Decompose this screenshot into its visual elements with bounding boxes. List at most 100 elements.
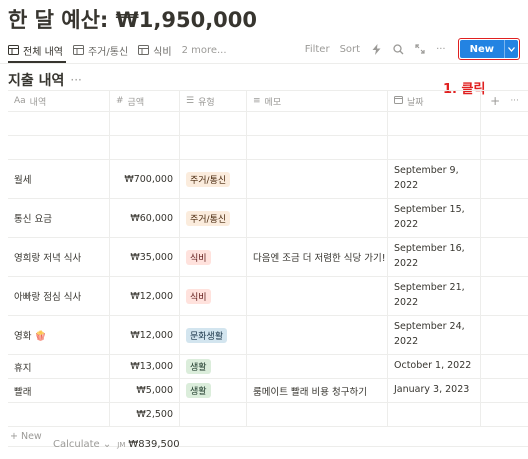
lightning-icon[interactable] xyxy=(370,43,382,55)
row-date-line2: 2022 xyxy=(394,336,419,347)
row-amount: ₩60,000 xyxy=(130,212,173,224)
more-tabs-button[interactable]: 2 more... xyxy=(182,45,227,56)
cell-type[interactable]: 식비 xyxy=(180,277,247,315)
filter-button[interactable]: Filter xyxy=(305,44,330,55)
column-header-date[interactable]: 날짜 xyxy=(388,91,481,111)
cell-date[interactable]: September 16, 2022 xyxy=(388,238,481,276)
calendar-icon xyxy=(394,95,403,107)
column-date-label: 날짜 xyxy=(407,97,424,108)
cell-type[interactable]: 생활 xyxy=(180,355,247,378)
cell-name[interactable]: 빨래 xyxy=(8,379,110,402)
cell-spacer xyxy=(481,355,528,378)
toolbar: Filter Sort ··· New xyxy=(295,38,520,60)
table-row[interactable]: 빨래 ₩5,000 생활 룸메이트 빨래 비용 청구하기 January 3, 2023 xyxy=(8,379,528,403)
cell-date[interactable]: October 1, 2022 xyxy=(388,355,481,378)
column-header-amount[interactable]: # 금액 xyxy=(110,91,180,111)
cell-name[interactable]: 영희랑 저녁 식사 xyxy=(8,238,110,276)
cell-spacer xyxy=(481,277,528,315)
row-name: 빨래 xyxy=(14,386,32,398)
cell-spacer xyxy=(481,160,528,198)
cell-memo[interactable]: 다음엔 조금 더 저렴한 식당 가기! xyxy=(247,238,388,276)
row-memo: 룸메이트 빨래 비용 청구하기 xyxy=(253,386,367,398)
table-row[interactable]: ₩2,500 xyxy=(8,403,528,427)
type-tag: 문화생활 xyxy=(186,327,228,343)
view-more-icon[interactable]: ··· xyxy=(70,73,81,87)
add-column-icon[interactable]: + xyxy=(490,94,500,108)
cell-memo[interactable] xyxy=(247,160,388,198)
cell-amount[interactable]: ₩12,000 xyxy=(110,316,180,354)
cell-name[interactable]: 통신 요금 xyxy=(8,199,110,237)
cell-amount[interactable]: ₩35,000 xyxy=(110,238,180,276)
cell-name[interactable]: 아빠랑 점심 식사 xyxy=(8,277,110,315)
cell-spacer xyxy=(481,238,528,276)
column-header-type[interactable]: ☰ 유형 xyxy=(180,91,247,111)
table-row-empty xyxy=(8,136,528,160)
tab-all[interactable]: 전체 내역 xyxy=(8,43,63,58)
cell-amount[interactable]: ₩13,000 xyxy=(110,355,180,378)
cell-type[interactable]: 식비 xyxy=(180,238,247,276)
text-type-icon: Aa xyxy=(14,96,26,106)
cell-date[interactable]: September 21, 2022 xyxy=(388,277,481,315)
cell-date[interactable]: September 9, 2022 xyxy=(388,160,481,198)
cell-type[interactable]: 문화생활 xyxy=(180,316,247,354)
cell-amount[interactable]: ₩700,000 xyxy=(110,160,180,198)
table-row[interactable]: 휴지 ₩13,000 생활 October 1, 2022 xyxy=(8,355,528,379)
sort-button[interactable]: Sort xyxy=(340,44,361,55)
cell-date[interactable] xyxy=(388,403,481,426)
expand-icon[interactable] xyxy=(414,43,426,55)
expense-table: Aa 내역 # 금액 ☰ 유형 ≡ 메모 날짜 + ··· 월세 ₩700,00… xyxy=(8,90,528,447)
cell-memo[interactable]: 룸메이트 빨래 비용 청구하기 xyxy=(247,379,388,402)
cell-memo[interactable] xyxy=(247,199,388,237)
row-date-line1: January 3, 2023 xyxy=(394,384,470,396)
cell-type[interactable]: 주거/통신 xyxy=(180,199,247,237)
tab-food[interactable]: 식비 xyxy=(138,43,172,58)
more-options-icon[interactable]: ··· xyxy=(436,44,446,55)
cell-name[interactable]: 영화 🍿 xyxy=(8,316,110,354)
cell-name[interactable]: 휴지 xyxy=(8,355,110,378)
cell-memo[interactable] xyxy=(247,355,388,378)
cell-spacer xyxy=(481,403,528,426)
row-amount: ₩13,000 xyxy=(130,361,173,372)
row-name: 월세 xyxy=(14,175,32,186)
cell-type[interactable]: 주거/통신 xyxy=(180,160,247,198)
cell-type[interactable]: 생활 xyxy=(180,379,247,402)
table-row[interactable]: 영희랑 저녁 식사 ₩35,000 식비 다음엔 조금 더 저렴한 식당 가기! Sep… xyxy=(8,238,528,277)
chevron-down-icon[interactable] xyxy=(504,40,518,58)
cell-amount[interactable]: ₩5,000 xyxy=(110,379,180,402)
cell-date[interactable]: September 24, 2022 xyxy=(388,316,481,354)
cell-name[interactable] xyxy=(8,403,110,426)
row-date-line1: September 16, xyxy=(394,243,465,255)
column-header-memo[interactable]: ≡ 메모 xyxy=(247,91,388,111)
calculate-button[interactable]: Calculate ⌄ xyxy=(53,439,111,450)
cell-date[interactable]: September 15, 2022 xyxy=(388,199,481,237)
column-header-name[interactable]: Aa 내역 xyxy=(8,91,110,111)
column-type-label: 유형 xyxy=(198,97,215,108)
table-row[interactable]: 월세 ₩700,000 주거/통신 September 9, 2022 xyxy=(8,160,528,199)
table-row[interactable]: 통신 요금 ₩60,000 주거/통신 September 15, 2022 xyxy=(8,199,528,238)
cell-name[interactable]: 월세 xyxy=(8,160,110,198)
search-icon[interactable] xyxy=(392,43,404,55)
table-row[interactable]: 영화 🍿 ₩12,000 문화생활 September 24, 2022 xyxy=(8,316,528,355)
sum-prefix: JM xyxy=(117,441,126,449)
cell-spacer xyxy=(481,379,528,402)
cell-memo[interactable] xyxy=(247,316,388,354)
cell-amount[interactable]: ₩2,500 xyxy=(110,403,180,426)
row-name: 영화 🍿 xyxy=(14,331,47,342)
cell-memo[interactable] xyxy=(247,403,388,426)
cell-spacer xyxy=(481,316,528,354)
type-tag: 주거/통신 xyxy=(186,210,231,226)
cell-date[interactable]: January 3, 2023 xyxy=(388,379,481,402)
row-amount: ₩5,000 xyxy=(136,385,173,396)
column-more-icon[interactable]: ··· xyxy=(510,96,519,106)
sum-amount: ₩839,500 xyxy=(128,439,180,450)
tab-housing[interactable]: 주거/통신 xyxy=(72,43,128,58)
cell-amount[interactable]: ₩12,000 xyxy=(110,277,180,315)
table-row[interactable]: 아빠랑 점심 식사 ₩12,000 식비 September 21, 2022 xyxy=(8,277,528,316)
cell-amount[interactable]: ₩60,000 xyxy=(110,199,180,237)
new-button[interactable]: New xyxy=(459,40,504,58)
cell-memo[interactable] xyxy=(247,277,388,315)
row-name: 영희랑 저녁 식사 xyxy=(14,253,82,264)
type-tag: 식비 xyxy=(186,249,211,265)
table-header: Aa 내역 # 금액 ☰ 유형 ≡ 메모 날짜 + ··· xyxy=(8,90,528,112)
cell-type[interactable] xyxy=(180,403,247,426)
